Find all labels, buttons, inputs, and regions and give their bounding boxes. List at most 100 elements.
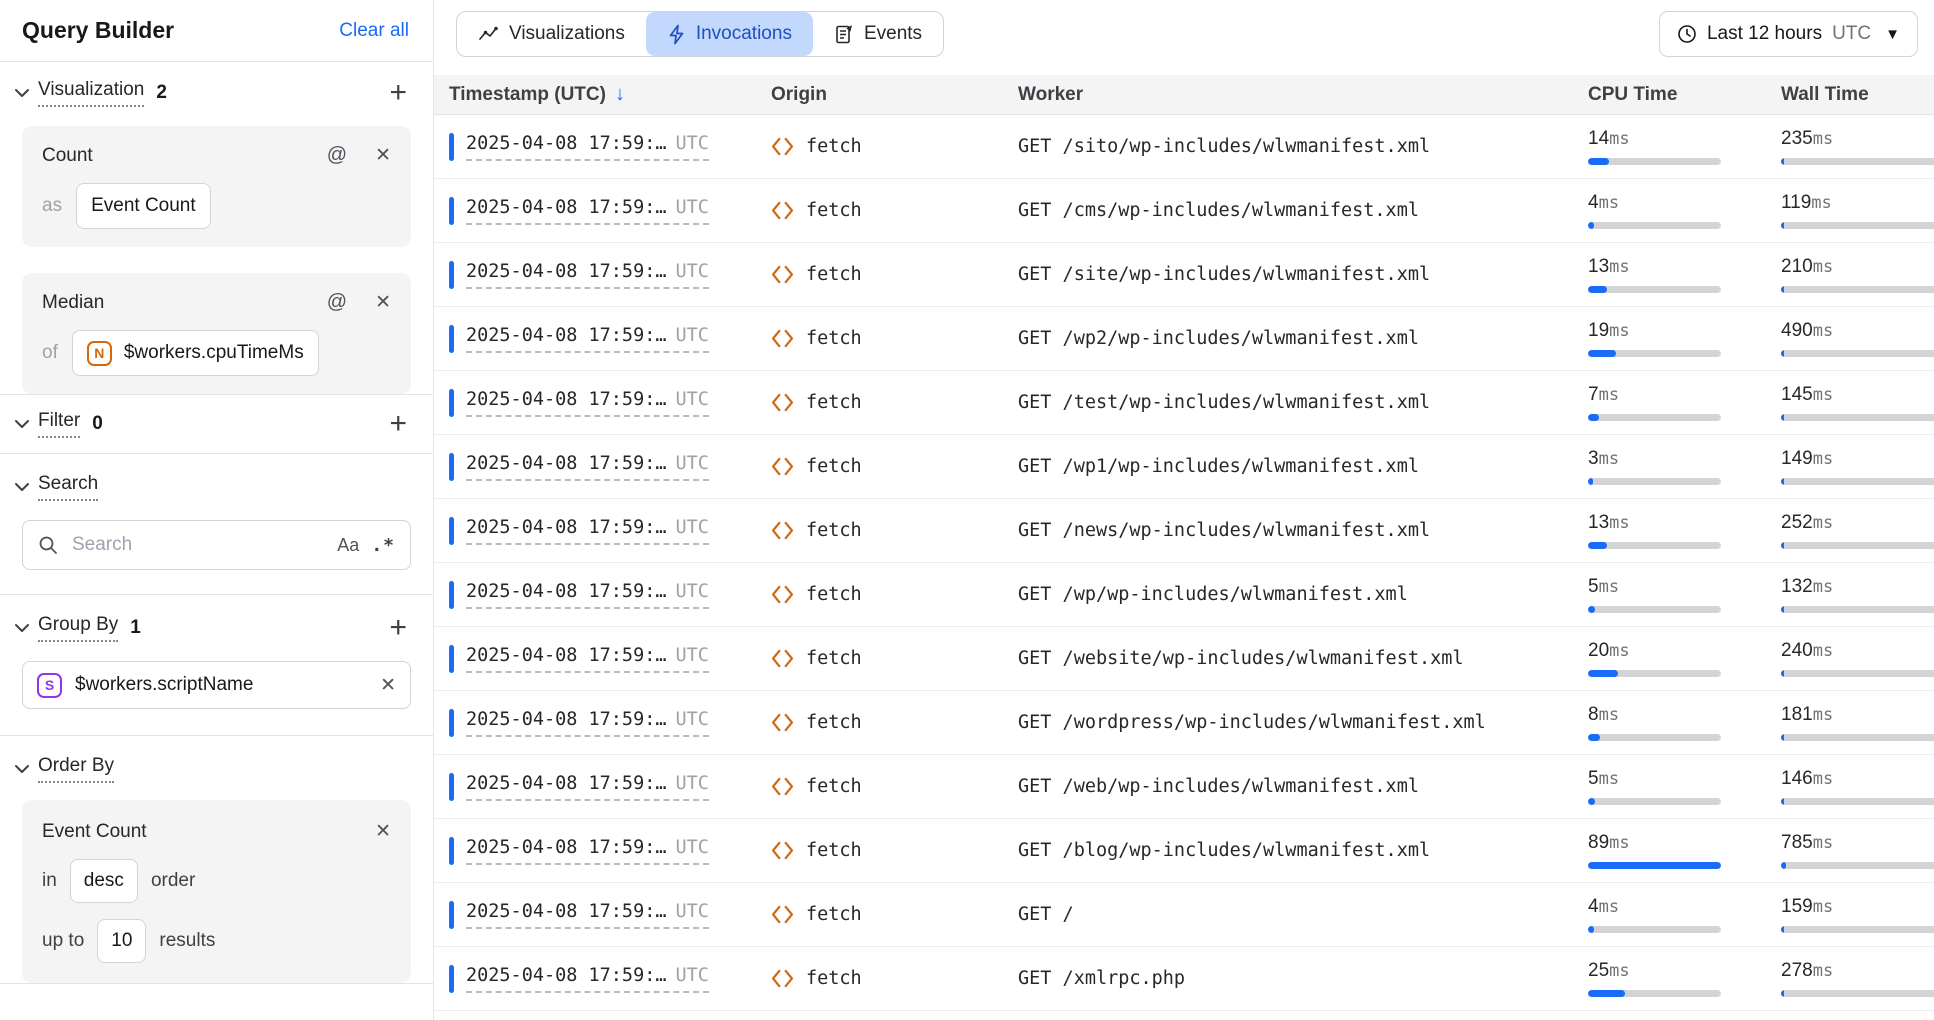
table-row[interactable]: 2025-04-08 17:59:…UTCfetchGET /web/wp-in… <box>434 755 1934 819</box>
table-row[interactable]: 2025-04-08 17:59:…UTCfetchGET /4ms159ms <box>434 883 1934 947</box>
clear-all-link[interactable]: Clear all <box>339 20 409 42</box>
table-row[interactable]: 2025-04-08 17:59:…UTCfetchGET /site/wp-i… <box>434 243 1934 307</box>
column-header-worker[interactable]: Worker <box>1018 84 1588 106</box>
clock-icon <box>1677 24 1697 44</box>
sidebar-header: Query Builder Clear all <box>0 0 433 62</box>
group-by-section-label[interactable]: Group By <box>38 614 118 642</box>
origin-cell: fetch <box>771 583 1018 606</box>
table-row[interactable]: 2025-04-08 17:59:…UTCfetchGET /wp2/wp-in… <box>434 307 1934 371</box>
wall-time-cell: 149ms <box>1781 448 1934 485</box>
worker-cell: GET /xmlrpc.php <box>1018 968 1588 989</box>
cpu-time-cell: 14ms <box>1588 128 1781 165</box>
table-row[interactable]: 2025-04-08 17:59:…UTCfetchGET /wp1/wp-in… <box>434 435 1934 499</box>
caret-down-icon: ▼ <box>1885 26 1900 43</box>
table-row[interactable]: 2025-04-08 17:59:…UTCfetchGET /website/w… <box>434 627 1934 691</box>
wall-time-bar <box>1781 990 1934 997</box>
fetch-origin-icon <box>771 903 794 926</box>
results-tab-group: Visualizations Invocations Events <box>456 11 944 57</box>
table-row[interactable]: 2025-04-08 17:59:…UTCfetchGET /sito/wp-i… <box>434 115 1934 179</box>
table-row[interactable]: 2025-04-08 17:59:…UTCfetchGET /xmlrpc.ph… <box>434 947 1934 1011</box>
column-header-timestamp[interactable]: Timestamp (UTC) ↓ <box>449 83 771 106</box>
worker-cell: GET /wp/wp-includes/wlwmanifest.xml <box>1018 584 1588 605</box>
table-body: 2025-04-08 17:59:…UTCfetchGET /sito/wp-i… <box>434 115 1934 1020</box>
chevron-down-icon[interactable] <box>12 763 32 775</box>
fetch-origin-icon <box>771 775 794 798</box>
cpu-time-bar <box>1588 158 1721 165</box>
visualization-name: Count <box>42 145 93 167</box>
timezone-label: UTC <box>675 901 708 922</box>
column-header-cpu-time[interactable]: CPU Time <box>1588 84 1781 106</box>
mention-icon[interactable]: @ <box>327 144 347 167</box>
tab-invocations[interactable]: Invocations <box>646 12 813 56</box>
chart-icon <box>478 24 499 45</box>
worker-cell: GET /sito/wp-includes/wlwmanifest.xml <box>1018 136 1588 157</box>
divider <box>0 983 433 984</box>
group-by-field[interactable]: S $workers.scriptName ✕ <box>22 661 411 709</box>
visualization-name: Median <box>42 292 104 314</box>
wall-time-cell: 146ms <box>1781 768 1934 805</box>
results-toolbar: Visualizations Invocations Events <box>434 0 1934 75</box>
chevron-down-icon[interactable] <box>12 87 32 99</box>
order-by-section-label[interactable]: Order By <box>38 755 114 783</box>
table-row[interactable]: 2025-04-08 17:59:…UTCfetchGET /cms/wp-in… <box>434 179 1934 243</box>
timezone-label: UTC <box>675 133 708 154</box>
timezone-label: UTC <box>675 261 708 282</box>
add-filter-button[interactable]: + <box>389 411 407 437</box>
chevron-down-icon[interactable] <box>12 418 32 430</box>
result-limit-input[interactable]: 10 <box>97 919 146 963</box>
sort-descending-icon[interactable]: ↓ <box>615 83 625 106</box>
filter-section-label[interactable]: Filter <box>38 410 80 438</box>
remove-visualization-icon[interactable]: ✕ <box>375 291 391 314</box>
time-range-button[interactable]: Last 12 hours UTC ▼ <box>1659 11 1918 57</box>
chevron-down-icon[interactable] <box>12 622 32 634</box>
remove-order-by-icon[interactable]: ✕ <box>375 820 391 843</box>
table-row[interactable]: 2025-04-08 17:59:…UTCfetchGET /news/wp-i… <box>434 499 1934 563</box>
sort-direction-button[interactable]: desc <box>70 859 138 903</box>
table-row[interactable]: 2025-04-08 17:59:…UTCfetchGET /blog/wp-i… <box>434 819 1934 883</box>
remove-group-by-icon[interactable]: ✕ <box>380 674 396 697</box>
wall-time-bar <box>1781 798 1934 805</box>
add-group-by-button[interactable]: + <box>389 615 407 641</box>
column-header-wall-time[interactable]: Wall Time <box>1781 84 1934 106</box>
fetch-origin-icon <box>771 263 794 286</box>
visualization-section-label[interactable]: Visualization <box>38 79 144 107</box>
add-visualization-button[interactable]: + <box>389 80 407 106</box>
fetch-origin-icon <box>771 455 794 478</box>
wall-time-bar <box>1781 926 1934 933</box>
match-case-icon[interactable]: Aa <box>337 535 359 556</box>
mention-icon[interactable]: @ <box>327 291 347 314</box>
tab-events[interactable]: Events <box>813 12 943 56</box>
timezone-label: UTC <box>675 837 708 858</box>
tab-visualizations[interactable]: Visualizations <box>457 12 646 56</box>
cpu-time-bar <box>1588 990 1721 997</box>
fetch-origin-icon <box>771 519 794 542</box>
tab-label: Events <box>864 23 922 45</box>
median-field-button[interactable]: N $workers.cpuTimeMs <box>72 330 319 376</box>
alias-button[interactable]: Event Count <box>76 183 211 229</box>
origin-cell: fetch <box>771 327 1018 350</box>
origin-cell: fetch <box>771 839 1018 862</box>
table-row[interactable]: 2025-04-08 17:59:…UTCfetchGET /wordpress… <box>434 691 1934 755</box>
search-input[interactable] <box>70 533 325 557</box>
remove-visualization-icon[interactable]: ✕ <box>375 144 391 167</box>
cpu-time-cell: 20ms <box>1588 640 1781 677</box>
as-label: as <box>42 195 62 217</box>
wall-time-bar <box>1781 286 1934 293</box>
worker-cell: GET /wp2/wp-includes/wlwmanifest.xml <box>1018 328 1588 349</box>
table-row[interactable]: 2025-04-08 17:59:…UTCfetchGET /wp/wp-inc… <box>434 563 1934 627</box>
worker-cell: GET /site/wp-includes/wlwmanifest.xml <box>1018 264 1588 285</box>
filter-section-header: Filter 0 + <box>0 407 433 441</box>
table-row[interactable]: 2025-04-08 17:59:…UTCfetchGET /test/wp-i… <box>434 371 1934 435</box>
origin-cell: fetch <box>771 647 1018 670</box>
fetch-origin-icon <box>771 583 794 606</box>
query-builder-sidebar: Query Builder Clear all Visualization 2 … <box>0 0 434 1020</box>
regex-icon[interactable]: .* <box>371 535 395 556</box>
tab-label: Visualizations <box>509 23 625 45</box>
chevron-down-icon[interactable] <box>12 481 32 493</box>
search-section-label[interactable]: Search <box>38 473 98 501</box>
origin-cell: fetch <box>771 711 1018 734</box>
column-header-origin[interactable]: Origin <box>771 84 1018 106</box>
timestamp-cell: 2025-04-08 17:59:…UTC <box>449 709 771 737</box>
row-accent-bar <box>449 581 454 609</box>
cpu-time-bar <box>1588 926 1721 933</box>
